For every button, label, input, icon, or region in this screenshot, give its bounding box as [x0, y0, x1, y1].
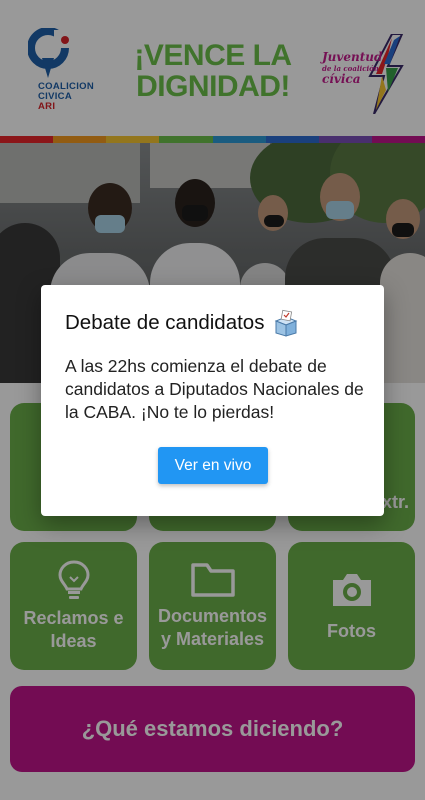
dialog-title: Debate de candidatos — [65, 309, 300, 337]
debate-dialog: Debate de candidatos A las 22hs comienza… — [41, 285, 384, 516]
dialog-message: A las 22hs comienza el debate de candida… — [65, 356, 364, 422]
ver-en-vivo-button[interactable]: Ver en vivo — [158, 447, 268, 484]
dialog-title-text: Debate de candidatos — [65, 311, 265, 334]
ballot-box-icon — [275, 309, 298, 337]
